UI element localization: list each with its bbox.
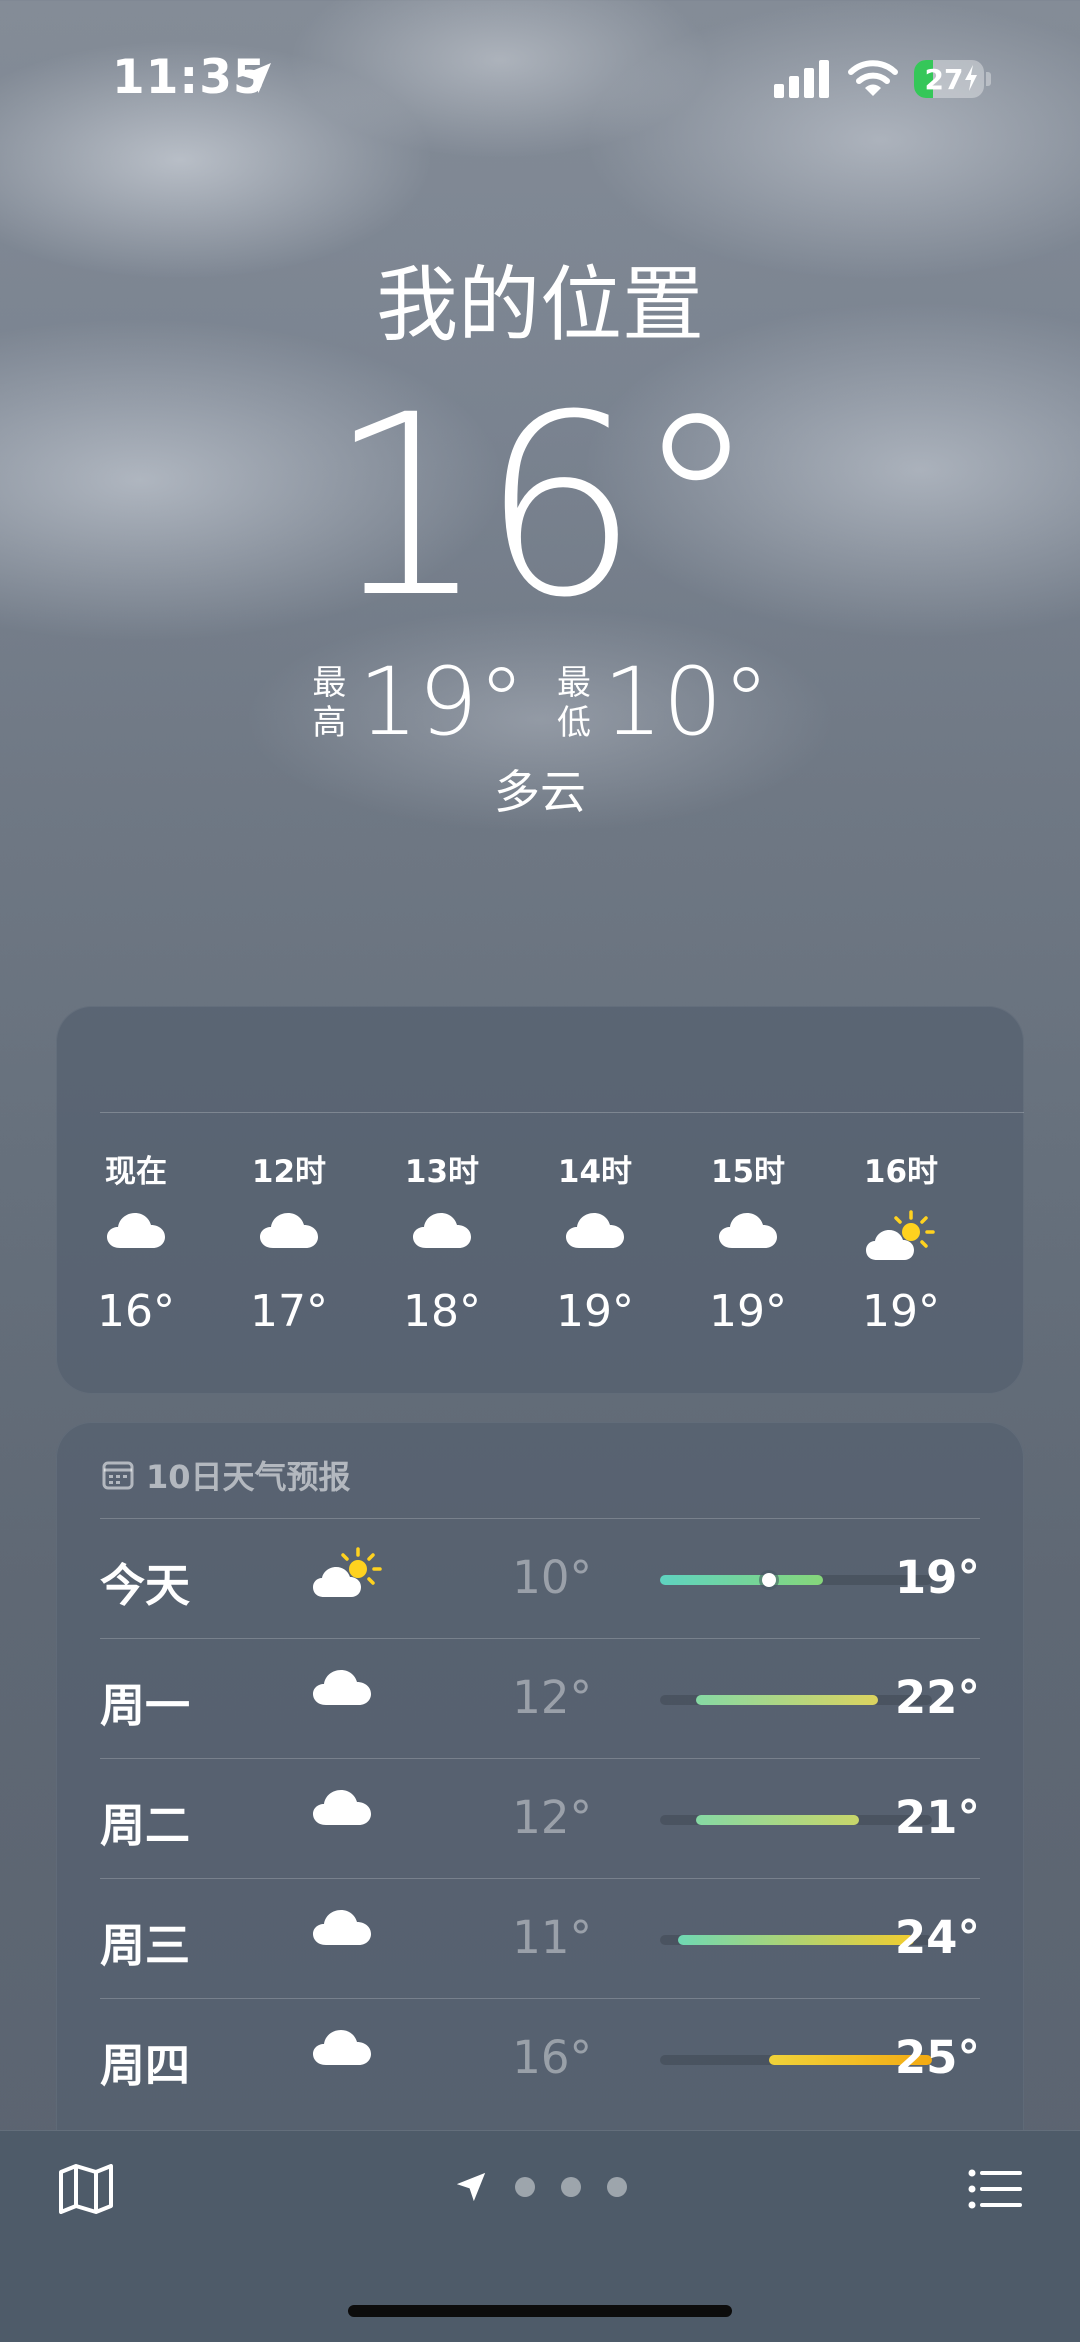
cloud-icon [382, 1210, 502, 1266]
day-low-temp: 12° [512, 1671, 592, 1724]
battery-cap [986, 72, 991, 86]
day-name: 周二 [100, 1799, 191, 1852]
cloud-icon [688, 1210, 808, 1266]
temperature-range-fill [696, 1815, 860, 1825]
day-name: 周一 [100, 1679, 191, 1732]
partly-sunny-icon [312, 1547, 384, 1607]
calendar-icon [102, 1461, 134, 1490]
hour-temp: 18° [403, 1286, 481, 1337]
hour-temp: 16° [97, 1286, 175, 1337]
hourly-item: 15时 19° [688, 1146, 808, 1337]
temperature-range-fill [660, 1575, 824, 1585]
hourly-item: 现在 16° [76, 1146, 196, 1337]
temperature-range-fill [678, 1935, 914, 1945]
low-value: 10° [603, 648, 770, 757]
hour-label: 15时 [710, 1154, 786, 1190]
daily-row[interactable]: 周三 11° 24° [100, 1878, 980, 1999]
location-arrow-icon [241, 63, 271, 93]
daily-row[interactable]: 今天 10° 19° [100, 1518, 980, 1639]
day-low-temp: 12° [512, 1791, 592, 1844]
daily-row[interactable]: 周一 12° 22° [100, 1638, 980, 1759]
cloud-icon [312, 1667, 384, 1727]
daily-row[interactable]: 周二 12° 21° [100, 1758, 980, 1879]
page-dot[interactable] [607, 2177, 627, 2197]
day-low-temp: 16° [512, 2031, 592, 2084]
cloud-icon [312, 1907, 384, 1967]
hour-temp: 19° [556, 1286, 634, 1337]
page-dot[interactable] [561, 2177, 581, 2197]
day-name: 今天 [100, 1559, 191, 1612]
cloud-icon [229, 1210, 349, 1266]
hour-label: 13时 [404, 1154, 480, 1190]
hourly-item: 11 [994, 1146, 1024, 1337]
high-label: 最高 [312, 662, 347, 743]
high-value: 19° [358, 648, 525, 757]
low-label: 最低 [557, 662, 591, 743]
hourly-item: 13时 18° [382, 1146, 502, 1337]
day-high-temp: 21° [894, 1791, 980, 1844]
ten-day-header: 10日天气预报 [102, 1452, 351, 1498]
cloud-icon [312, 2027, 384, 2087]
hour-label: 1 [994, 1146, 1024, 1190]
temperature-range-fill [696, 1695, 878, 1705]
charging-bolt-icon [965, 65, 977, 91]
hour-label: 16时 [863, 1154, 939, 1190]
hour-label: 现在 [105, 1154, 167, 1190]
day-high-temp: 24° [894, 1911, 980, 1964]
map-icon[interactable] [58, 2164, 114, 2214]
ten-day-forecast-card[interactable]: 10日天气预报 今天 10° 19° 周一 12° 22° 周二 12° 21° 周三 11° 24°… [56, 1422, 1024, 2182]
hourly-item: 12时 17° [229, 1146, 349, 1337]
day-name: 周四 [100, 2039, 191, 2092]
partly-sunny-icon [841, 1210, 961, 1266]
day-name: 周三 [100, 1919, 191, 1972]
hour-label: 12时 [251, 1154, 327, 1190]
day-high-temp: 19° [894, 1551, 980, 1604]
ten-day-title: 10日天气预报 [146, 1458, 351, 1496]
hourly-item: 16时 19° [841, 1146, 961, 1337]
day-high-temp: 25° [894, 2031, 980, 2084]
cellular-signal-icon [774, 60, 829, 98]
hour-temp: 19° [709, 1286, 787, 1337]
current-location-icon[interactable] [454, 2170, 488, 2204]
home-indicator[interactable] [348, 2305, 732, 2317]
list-icon[interactable] [968, 2168, 1022, 2210]
wifi-icon [848, 60, 898, 96]
location-title: 我的位置 [375, 258, 704, 353]
daily-row[interactable]: 周四 16° 25° [100, 1998, 980, 2119]
hour-temp: 19° [862, 1286, 940, 1337]
battery-icon: 27 [914, 60, 984, 98]
page-indicator[interactable] [454, 2170, 640, 2204]
cloud-icon [535, 1210, 655, 1266]
high-low-temperatures: 最高 19° 最低 10° [0, 648, 1080, 757]
day-low-temp: 10° [512, 1551, 592, 1604]
cloud-icon [312, 1787, 384, 1847]
cloud-icon [994, 1210, 1024, 1266]
hourly-item: 14时 19° [535, 1146, 655, 1337]
weather-condition: 多云 [494, 765, 586, 819]
day-low-temp: 11° [512, 1911, 592, 1964]
current-temp-marker [761, 1573, 776, 1587]
hour-temp: 1 [994, 1286, 1024, 1337]
hourly-forecast-card[interactable]: 现在16°12时17°13时18°14时19°15时19°16时19°11 [56, 1006, 1024, 1394]
day-high-temp: 22° [894, 1671, 980, 1724]
hour-temp: 17° [250, 1286, 328, 1337]
hourly-divider [100, 1112, 1024, 1113]
current-temperature: 16° [327, 361, 758, 652]
cloud-icon [76, 1210, 196, 1266]
page-dot[interactable] [515, 2177, 535, 2197]
hour-label: 14时 [557, 1154, 633, 1190]
